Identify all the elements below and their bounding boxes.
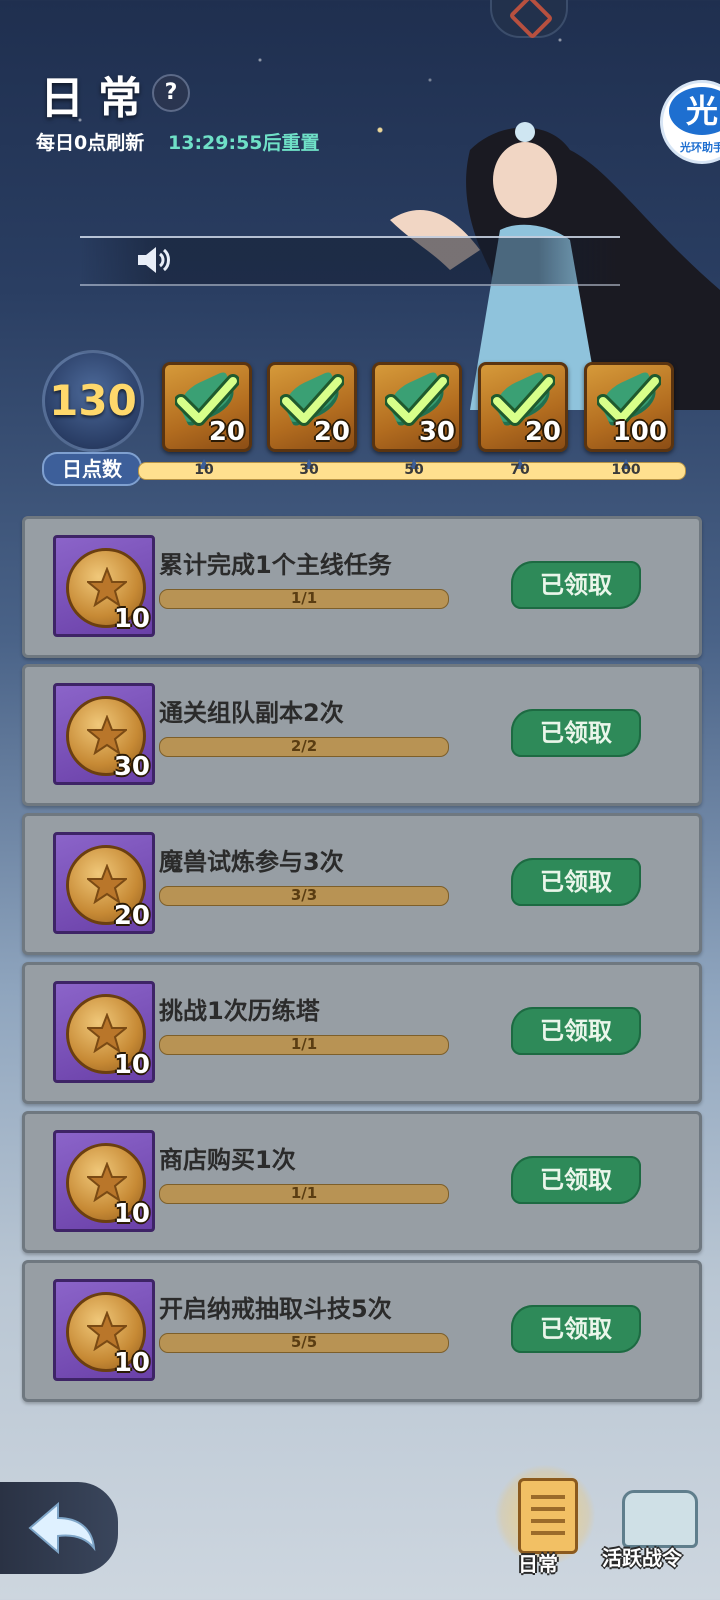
milestone-points: 20 [313,417,350,447]
reward-icon[interactable]: 10 [53,1279,155,1381]
claimed-button[interactable]: 已领取 [511,709,641,757]
task-progress-text: 5/5 [290,1333,318,1351]
cloud-chest-icon [622,1490,698,1548]
milestone-points: 20 [524,417,561,447]
tick-label: 30 [299,462,319,478]
nav-pass-label: 活跃战令 [602,1546,682,1570]
help-button[interactable]: ? [152,74,190,112]
claimed-button[interactable]: 已领取 [511,1305,641,1353]
reset-timer: 13:29:55后重置 [168,132,320,154]
claimed-button[interactable]: 已领取 [511,1156,641,1204]
task-progress-text: 3/3 [290,886,318,904]
page-title: 日常 [40,73,156,124]
star-icon [87,1013,127,1053]
diamond-icon [508,0,554,40]
reward-count: 10 [113,1199,150,1229]
speaker-icon[interactable] [136,244,172,276]
star-icon [87,1311,127,1351]
milestone-chest[interactable]: 100 [584,362,674,452]
task-card: 30 通关组队副本2次 2/2 已领取 [22,664,702,806]
task-name: 通关组队副本2次 [159,699,344,727]
nav-daily-tab[interactable]: 日常 [494,1464,596,1578]
reward-count: 10 [113,1050,150,1080]
task-name: 魔兽试炼参与3次 [159,848,344,876]
task-name: 开启纳戒抽取斗技5次 [159,1295,392,1323]
assistant-glyph: 光 [669,87,720,135]
tick-label: 70 [510,462,530,478]
task-name: 挑战1次历练塔 [159,997,320,1025]
task-card: 10 累计完成1个主线任务 1/1 已领取 [22,516,702,658]
milestone-points: 100 [612,417,667,447]
reward-count: 30 [113,752,150,782]
reward-icon[interactable]: 10 [53,1130,155,1232]
claimed-button[interactable]: 已领取 [511,1007,641,1055]
task-progress-text: 1/1 [290,1184,318,1202]
star-icon [87,1162,127,1202]
milestone-points: 20 [208,417,245,447]
claimed-button[interactable]: 已领取 [511,858,641,906]
daily-points-value: 130 [42,350,144,452]
task-card: 20 魔兽试炼参与3次 3/3 已领取 [22,813,702,955]
reward-count: 20 [113,901,150,931]
milestone-chest[interactable]: 20 [162,362,252,452]
task-progress-bar: 3/3 [159,886,449,906]
reward-icon[interactable]: 20 [53,832,155,934]
milestone-points: 30 [418,417,455,447]
task-progress-bar: 1/1 [159,1184,449,1204]
milestone-chest[interactable]: 30 [372,362,462,452]
tick-label: 10 [194,462,214,478]
task-progress-bar: 1/1 [159,589,449,609]
assistant-label: 光环助手 [680,141,720,154]
task-progress-bar: 2/2 [159,737,449,757]
nav-daily-label: 日常 [518,1552,558,1576]
task-progress-text: 1/1 [290,589,318,607]
task-progress-text: 1/1 [290,1035,318,1053]
reward-icon[interactable]: 10 [53,535,155,637]
daily-points-label: 日点数 [42,452,142,486]
nav-pass-tab[interactable]: 活跃战令 [602,1484,708,1578]
reward-count: 10 [113,604,150,634]
star-icon [87,567,127,607]
task-name: 商店购买1次 [159,1146,296,1174]
milestone-chest[interactable]: 20 [478,362,568,452]
task-progress-text: 2/2 [290,737,318,755]
top-tab-handle[interactable] [490,0,568,40]
star-icon [87,864,127,904]
scroll-icon [518,1478,578,1554]
back-button[interactable] [0,1482,118,1574]
refresh-info: 每日0点刷新 [36,132,145,154]
reward-count: 10 [113,1348,150,1378]
tick-label: 100 [611,462,641,478]
task-progress-bar: 5/5 [159,1333,449,1353]
task-name: 累计完成1个主线任务 [159,551,392,579]
star-icon [87,715,127,755]
reward-icon[interactable]: 10 [53,981,155,1083]
tick-label: 50 [404,462,424,478]
claimed-button[interactable]: 已领取 [511,561,641,609]
reward-icon[interactable]: 30 [53,683,155,785]
task-card: 10 开启纳戒抽取斗技5次 5/5 已领取 [22,1260,702,1402]
task-card: 10 挑战1次历练塔 1/1 已领取 [22,962,702,1104]
assistant-badge[interactable]: 光 光环助手 [660,80,720,164]
back-arrow-icon [28,1501,96,1555]
task-card: 10 商店购买1次 1/1 已领取 [22,1111,702,1253]
task-progress-bar: 1/1 [159,1035,449,1055]
milestone-chest[interactable]: 20 [267,362,357,452]
